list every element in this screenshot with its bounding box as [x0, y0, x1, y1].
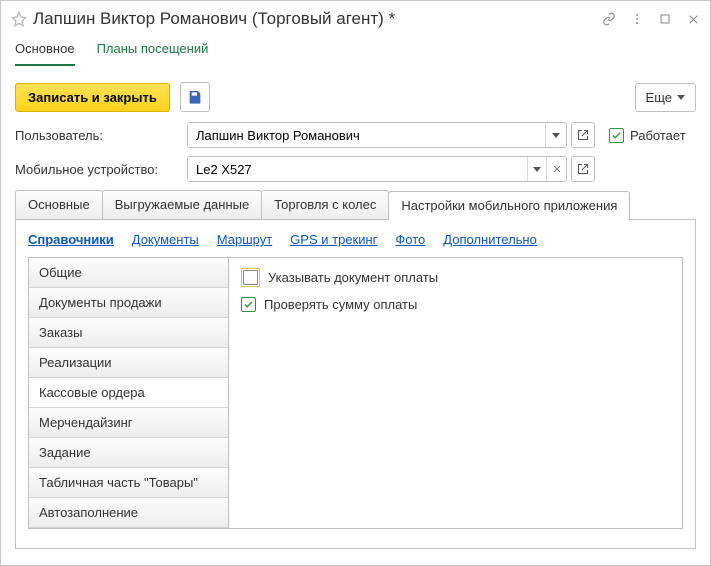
sublink-documents[interactable]: Документы: [132, 232, 199, 247]
sublink-gps[interactable]: GPS и трекинг: [290, 232, 377, 247]
nav-main[interactable]: Основное: [15, 41, 75, 66]
maximize-icon[interactable]: [658, 12, 672, 26]
user-input[interactable]: [188, 123, 545, 147]
device-input[interactable]: [188, 157, 527, 181]
close-icon[interactable]: [686, 12, 700, 26]
list-item-goods-table[interactable]: Табличная часть "Товары": [29, 468, 228, 498]
tab-export-data[interactable]: Выгружаемые данные: [102, 190, 263, 219]
works-checkbox[interactable]: [609, 128, 624, 143]
works-label: Работает: [630, 128, 686, 143]
save-button[interactable]: [180, 82, 210, 112]
device-open-button[interactable]: [571, 156, 595, 182]
user-open-button[interactable]: [571, 122, 595, 148]
window-title: Лапшин Виктор Романович (Торговый агент)…: [33, 9, 602, 29]
link-icon[interactable]: [602, 12, 616, 26]
check-payment-sum-label: Проверять сумму оплаты: [264, 297, 417, 312]
list-item-general[interactable]: Общие: [29, 258, 228, 288]
sublink-route[interactable]: Маршрут: [217, 232, 272, 247]
save-and-close-button[interactable]: Записать и закрыть: [15, 83, 170, 112]
more-button-label: Еще: [646, 90, 672, 105]
sublink-additional[interactable]: Дополнительно: [443, 232, 537, 247]
tab-van-sales[interactable]: Торговля с колес: [261, 190, 389, 219]
tab-mobile-settings[interactable]: Настройки мобильного приложения: [388, 191, 630, 220]
chevron-down-icon: [677, 95, 685, 100]
list-item-autofill[interactable]: Автозаполнение: [29, 498, 228, 528]
check-payment-sum-checkbox[interactable]: [241, 297, 256, 312]
tab-main[interactable]: Основные: [15, 190, 103, 219]
favorite-star-icon[interactable]: [11, 11, 27, 27]
device-dropdown-button[interactable]: [527, 157, 547, 181]
nav-visit-plans[interactable]: Планы посещений: [97, 41, 209, 66]
focused-checkbox-wrapper: [241, 268, 260, 287]
list-item-orders[interactable]: Заказы: [29, 318, 228, 348]
sublink-photo[interactable]: Фото: [395, 232, 425, 247]
specify-payment-doc-checkbox[interactable]: [243, 270, 258, 285]
list-item-merchandising[interactable]: Мерчендайзинг: [29, 408, 228, 438]
user-label: Пользователь:: [15, 128, 187, 143]
user-dropdown-button[interactable]: [545, 123, 566, 147]
device-label: Мобильное устройство:: [15, 162, 187, 177]
list-item-cash-orders[interactable]: Кассовые ордера: [29, 378, 228, 408]
list-item-realizations[interactable]: Реализации: [29, 348, 228, 378]
chevron-down-icon: [552, 133, 560, 138]
device-clear-button[interactable]: [546, 157, 566, 181]
kebab-menu-icon[interactable]: [630, 12, 644, 26]
sublink-catalogs[interactable]: Справочники: [28, 232, 114, 247]
more-button[interactable]: Еще: [635, 83, 696, 112]
specify-payment-doc-label: Указывать документ оплаты: [268, 270, 438, 285]
chevron-down-icon: [533, 167, 541, 172]
list-item-sales-docs[interactable]: Документы продажи: [29, 288, 228, 318]
list-item-task[interactable]: Задание: [29, 438, 228, 468]
